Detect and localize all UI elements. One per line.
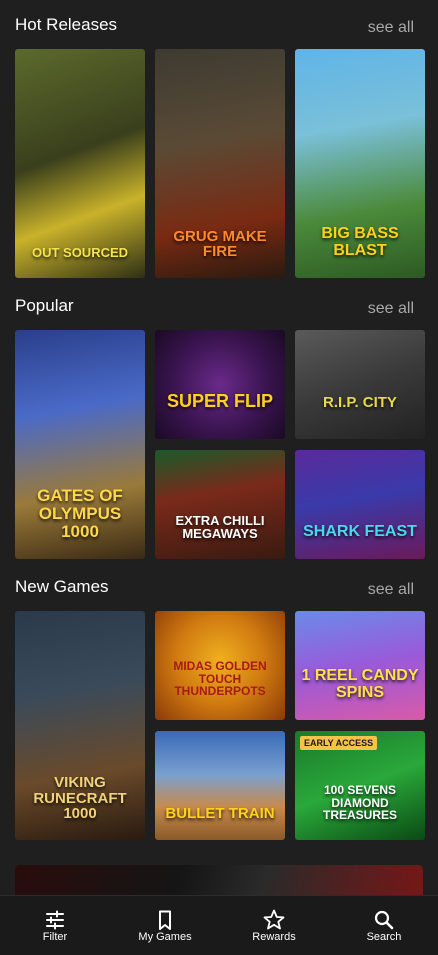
game-title: 100 SEVENS DIAMOND TREASURES [322,783,397,823]
bottom-nav: Filter My Games Rewards Search [0,895,438,955]
game-title: SHARK FEAST [303,523,417,541]
nav-label: Search [366,931,402,943]
star-icon [263,909,285,930]
game-title: BIG BASS BLAST [321,225,399,260]
game-title: R.I.P. CITY [323,394,397,412]
section-title: Hot Releases [15,15,118,34]
see-all-link[interactable]: see all [368,19,414,37]
game-title: OUT SOURCED [31,245,129,261]
game-title: GATES OF OLYMPUS 1000 [37,486,123,542]
game-tile[interactable]: MIDAS GOLDEN TOUCH THUNDERPOTS [155,611,285,720]
filter-icon [46,910,64,930]
game-tile[interactable]: BIG BASS BLAST [295,49,425,278]
game-title: 1 REEL CANDY SPINS [301,667,419,702]
nav-item-my-games[interactable]: My Games [110,896,220,955]
section-header-popular: Popular see all [15,296,414,320]
game-tile[interactable]: EXTRA CHILLI MEGAWAYS [155,450,285,559]
game-tile[interactable]: EARLY ACCESS 100 SEVENS DIAMOND TREASURE… [295,731,425,840]
section-title: Popular [15,296,74,315]
game-title: BULLET TRAIN [165,805,275,823]
game-tile[interactable]: SHARK FEAST [295,450,425,559]
nav-label: My Games [138,931,192,943]
game-tile[interactable]: GATES OF OLYMPUS 1000 [15,330,145,559]
nav-item-filter[interactable]: Filter [0,896,110,955]
see-all-link[interactable]: see all [368,581,414,599]
game-tile[interactable]: GRUG MAKE FIRE [155,49,285,278]
search-icon [374,910,394,930]
game-tile[interactable]: R.I.P. CITY [295,330,425,439]
game-title: MIDAS GOLDEN TOUCH THUNDERPOTS [173,659,267,699]
game-tile[interactable]: OUT SOURCED [15,49,145,278]
section-title: New Games [15,577,109,596]
game-title: EXTRA CHILLI MEGAWAYS [175,512,265,542]
bookmark-icon [159,910,171,930]
early-access-badge: EARLY ACCESS [300,736,378,750]
nav-label: Rewards [252,931,296,943]
section-header-hot-releases: Hot Releases see all [15,15,414,39]
game-title: VIKING RUNECRAFT 1000 [33,773,127,823]
game-title: GRUG MAKE FIRE [173,227,267,261]
game-tile[interactable]: VIKING RUNECRAFT 1000 [15,611,145,840]
section-header-new-games: New Games see all [15,577,414,601]
nav-item-search[interactable]: Search [329,896,438,955]
nav-label: Filter [42,931,68,943]
game-tile[interactable]: 1 REEL CANDY SPINS [295,611,425,720]
see-all-link[interactable]: see all [368,300,414,318]
nav-item-rewards[interactable]: Rewards [219,896,329,955]
game-tile[interactable]: SUPER FLIP [155,330,285,439]
game-title: SUPER FLIP [166,391,273,412]
game-tile[interactable]: BULLET TRAIN [155,731,285,840]
